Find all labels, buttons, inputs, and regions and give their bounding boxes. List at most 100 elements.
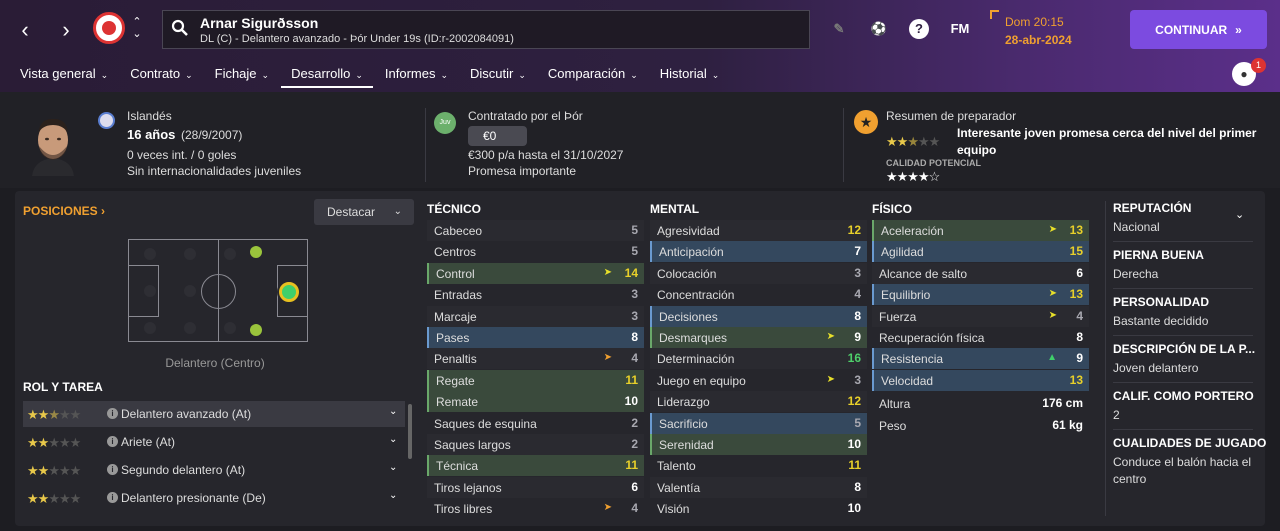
attribute-value: 10 [847, 437, 861, 451]
player-switch-arrows-icon[interactable]: ⌃ ⌄ [131, 16, 143, 40]
attribute-row[interactable]: Concentración 4 [650, 284, 867, 306]
attribute-name: Entradas [434, 288, 483, 303]
contract-terms: €300 p/a hasta el 31/10/2027 [468, 148, 624, 162]
detail-value: Bastante decidido [1113, 314, 1209, 328]
attribute-row[interactable]: Control ➤ 14 [427, 262, 644, 284]
technical-title: TÉCNICO [427, 202, 481, 216]
club-badge-icon[interactable] [93, 12, 125, 44]
role-name: Delantero avanzado (At) [121, 407, 252, 421]
attribute-row[interactable]: Agilidad 15 [872, 241, 1089, 263]
attribute-row[interactable]: Centros 5 [427, 241, 644, 263]
attribute-value: 5 [631, 223, 638, 237]
attribute-row[interactable]: Juego en equipo ➤ 3 [650, 369, 867, 391]
back-arrow-icon[interactable]: ‹ [14, 19, 36, 41]
menu-item[interactable]: Contrato ⌄ [120, 62, 202, 88]
attribute-row[interactable]: Aceleración ➤ 13 [872, 220, 1089, 241]
attribute-name: Recuperación física [879, 331, 985, 345]
info-icon[interactable]: i [107, 408, 118, 419]
attribute-row[interactable]: Anticipación 7 [650, 241, 867, 263]
attribute-row[interactable]: Alcance de salto 6 [872, 262, 1089, 284]
attribute-row[interactable]: Saques de esquina 2 [427, 412, 644, 434]
attribute-name: Liderazgo [657, 395, 710, 410]
highlight-dropdown[interactable]: Destacar ⌄ [314, 199, 414, 225]
help-icon[interactable]: ? [909, 19, 929, 39]
attribute-row[interactable]: Tiros lejanos 6 [427, 476, 644, 498]
role-row[interactable]: ★★★★★ i Delantero presionante (De) ⌄ [23, 485, 405, 511]
attribute-row[interactable]: Colocación 3 [650, 262, 867, 284]
forward-arrow-icon[interactable]: › [55, 19, 77, 41]
attribute-name: Centros [434, 245, 477, 260]
attribute-name: Técnica [436, 459, 479, 474]
attribute-row[interactable]: Fuerza ➤ 4 [872, 305, 1089, 327]
chevron-down-icon[interactable]: ⌄ [389, 490, 397, 501]
attribute-row[interactable]: Visión 10 [650, 498, 867, 520]
attribute-row[interactable]: Resistencia ▲ 9 [872, 348, 1089, 370]
fm-logo[interactable]: FM [944, 19, 976, 39]
attribute-value: 11 [848, 458, 861, 473]
main-panel: POSICIONES › Destacar ⌄ Delantero (Centro… [15, 191, 1266, 526]
role-row[interactable]: ★★★★★ i Ariete (At) ⌄ [23, 429, 405, 455]
attribute-row[interactable]: Sacrificio 5 [650, 412, 867, 434]
role-row[interactable]: ★★★★★ i Segundo delantero (At) ⌄ [23, 457, 405, 483]
edit-pencil-icon[interactable]: ✎ [829, 19, 849, 39]
attribute-row[interactable]: Valentía 8 [650, 476, 867, 498]
attribute-row[interactable]: Tiros libres ➤ 4 [427, 498, 644, 520]
menu-item-label: Vista general [20, 66, 96, 81]
info-icon[interactable]: i [107, 492, 118, 503]
attribute-row[interactable]: Decisiones 8 [650, 305, 867, 327]
attribute-name: Resistencia [881, 352, 944, 367]
chevron-down-icon[interactable]: ⌄ [389, 406, 397, 417]
role-row[interactable]: ★★★★★ i Delantero avanzado (At) ⌄ [23, 401, 405, 427]
attribute-row[interactable]: Recuperación física 8 [872, 327, 1089, 348]
menu-item-label: Desarrollo [291, 66, 351, 81]
menu-item[interactable]: Historial ⌄ [650, 62, 730, 88]
roles-scrollbar[interactable] [408, 404, 412, 459]
attribute-row[interactable]: Determinación 16 [650, 348, 867, 370]
menu-item[interactable]: Comparación ⌄ [538, 62, 648, 88]
attribute-row[interactable]: Serenidad 10 [650, 434, 867, 455]
detail-divider [1113, 382, 1253, 383]
attribute-row[interactable]: Velocidad 13 [872, 369, 1089, 391]
attribute-row[interactable]: Talento 11 [650, 455, 867, 477]
continue-button[interactable]: CONTINUAR » [1130, 10, 1267, 49]
attribute-row[interactable]: Regate 11 [427, 369, 644, 391]
attribute-value: 14 [624, 265, 638, 280]
detail-value: Nacional [1113, 220, 1160, 234]
attribute-row[interactable]: Entradas 3 [427, 284, 644, 306]
menu-item[interactable]: Fichaje ⌄ [205, 62, 279, 88]
attribute-value: 11 [625, 372, 638, 387]
attribute-row[interactable]: Desmarques ➤ 9 [650, 327, 867, 348]
football-icon[interactable]: ⚽ [869, 19, 889, 39]
chevron-down-icon[interactable]: ⌄ [389, 462, 397, 473]
attribute-name: Decisiones [659, 309, 718, 324]
attribute-row[interactable]: Agresividad 12 [650, 220, 867, 241]
attribute-row[interactable]: Marcaje 3 [427, 305, 644, 327]
info-icon[interactable]: i [107, 464, 118, 475]
menu-item[interactable]: Discutir ⌄ [460, 62, 536, 88]
positions-link[interactable]: POSICIONES › [23, 204, 105, 218]
menu-item[interactable]: Desarrollo ⌄ [281, 62, 373, 88]
attribute-row[interactable]: Pases 8 [427, 327, 644, 348]
attribute-value: 3 [854, 265, 861, 280]
attribute-row[interactable]: Equilibrio ➤ 13 [872, 284, 1089, 306]
role-stars: ★★★★★ [27, 491, 81, 506]
menu-item[interactable]: Vista general ⌄ [10, 62, 118, 88]
notification-badge: 1 [1251, 58, 1266, 73]
menu-item[interactable]: Informes ⌄ [375, 62, 458, 88]
attribute-value: 5 [854, 415, 861, 430]
attribute-row[interactable]: Técnica 11 [427, 455, 644, 477]
attribute-name: Visión [657, 502, 690, 517]
contract-fee: €0 [468, 126, 527, 146]
attribute-row[interactable]: Cabeceo 5 [427, 220, 644, 241]
squad-status: Promesa importante [468, 164, 577, 178]
role-stars: ★★★★★ [27, 435, 81, 450]
attribute-row[interactable]: Penaltis ➤ 4 [427, 348, 644, 370]
chevron-down-icon[interactable]: ⌄ [389, 434, 397, 445]
info-icon[interactable]: i [107, 436, 118, 447]
attribute-name: Tiros lejanos [434, 480, 502, 495]
attribute-name: Juego en equipo [657, 373, 746, 388]
attribute-row[interactable]: Saques largos 2 [427, 434, 644, 455]
player-search-box[interactable]: Arnar Sigurðsson DL (C) - Delantero avan… [162, 10, 810, 49]
attribute-row[interactable]: Remate 10 [427, 391, 644, 413]
attribute-row[interactable]: Liderazgo 12 [650, 391, 867, 413]
